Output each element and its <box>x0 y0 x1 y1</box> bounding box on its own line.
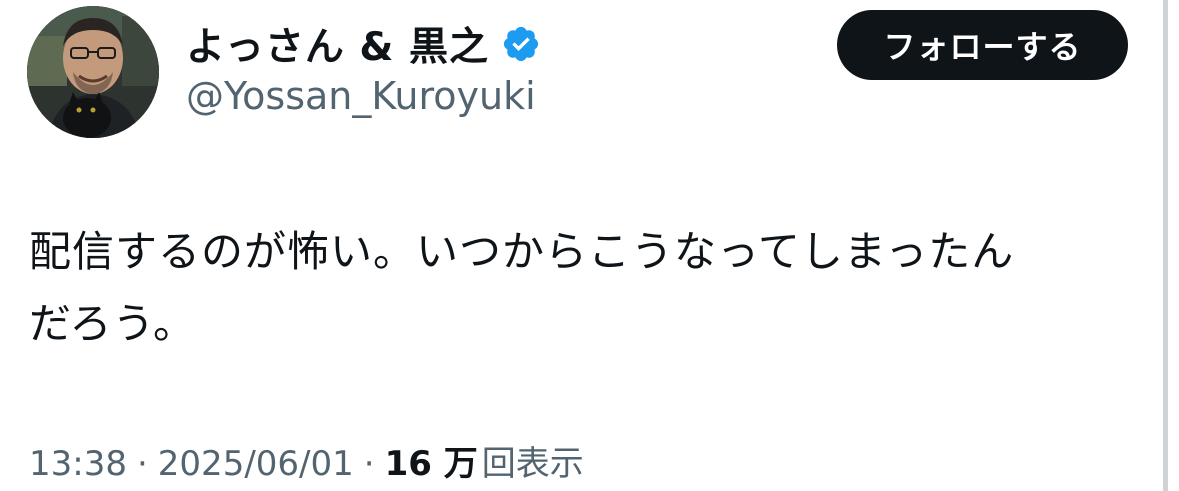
views-count: 16 万 <box>384 444 478 484</box>
tweet-card: よっさん & 黒之 @Yossan_Kuroyuki フォローする 配信するのが… <box>0 0 1160 491</box>
views-label: 回表示 <box>481 444 584 484</box>
user-handle[interactable]: @Yossan_Kuroyuki <box>186 74 536 118</box>
tweet-date[interactable]: 2025/06/01 <box>158 444 354 484</box>
tweet-text-line: 配信するのが怖い。いつからこうなってしまったん <box>29 227 1015 276</box>
display-name[interactable]: よっさん & 黒之 <box>186 16 489 72</box>
display-name-row[interactable]: よっさん & 黒之 <box>186 16 541 72</box>
tweet-meta: 13:38 · 2025/06/01 · 16 万 回表示 <box>29 436 584 485</box>
tweet-body: 配信するのが怖い。いつからこうなってしまったん だろう。 <box>29 216 1139 360</box>
meta-separator: · <box>136 444 148 484</box>
scrollbar[interactable] <box>1163 0 1168 491</box>
avatar[interactable] <box>27 6 159 138</box>
meta-separator: · <box>363 444 375 484</box>
tweet-text-line: だろう。 <box>29 299 196 348</box>
follow-button[interactable]: フォローする <box>837 10 1128 80</box>
verified-badge-icon[interactable] <box>501 24 541 64</box>
tweet-time[interactable]: 13:38 <box>29 444 127 484</box>
